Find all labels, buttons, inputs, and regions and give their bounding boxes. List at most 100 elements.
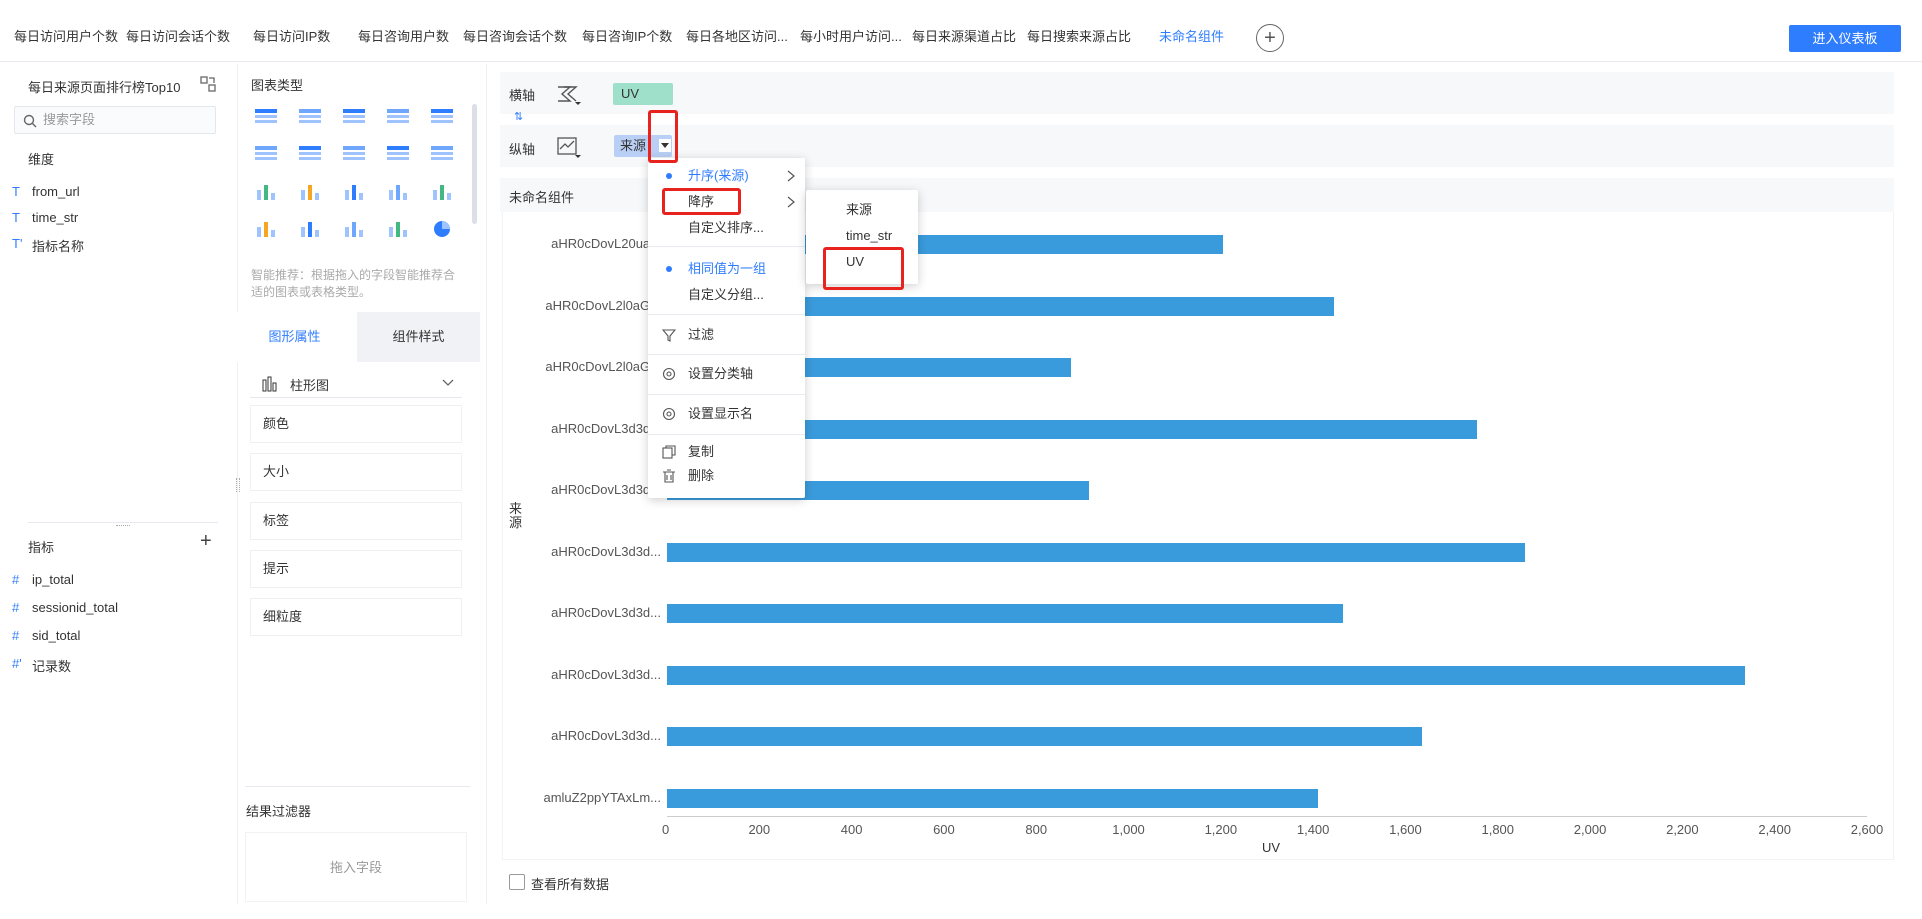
tab-hourly-user-visits[interactable]: 每小时用户访问... [800, 24, 902, 50]
tab-graph-attributes[interactable]: 图形属性 [232, 312, 357, 362]
scatter-icon[interactable] [343, 219, 365, 237]
x-axis-field-pill[interactable]: UV [613, 83, 673, 105]
menu-item-group-same-values[interactable]: 相同值为一组 [648, 257, 805, 281]
field-time-str[interactable]: Ttime_str [12, 210, 79, 225]
menu-label: 删除 [688, 468, 715, 483]
pie-icon[interactable] [431, 219, 453, 237]
prop-granularity[interactable]: 细粒度 [250, 598, 462, 636]
histogram-icon[interactable] [299, 219, 321, 237]
menu-item-custom-group[interactable]: 自定义分组... [648, 283, 805, 307]
text-type-icon: T' [12, 236, 23, 251]
menu-separator [648, 354, 805, 355]
column-icon[interactable] [431, 145, 453, 163]
add-metric-icon[interactable]: + [200, 530, 212, 553]
bar[interactable] [667, 727, 1422, 746]
matrix-icon[interactable] [255, 145, 277, 163]
line-icon[interactable] [255, 219, 277, 237]
heat-table-icon[interactable] [431, 108, 453, 126]
field-name: time_str [32, 210, 79, 225]
menu-item-delete[interactable]: 删除 [648, 464, 805, 488]
number-type-icon: # [12, 572, 20, 587]
drag-handle[interactable] [116, 525, 130, 527]
component-title[interactable]: 未命名组件 [509, 187, 574, 206]
tab-unnamed-component[interactable]: 未命名组件 [1159, 24, 1224, 50]
selected-chart-type: 柱形图 [290, 378, 330, 393]
tab-daily-visit-users[interactable]: 每日访问用户个数 [14, 24, 118, 50]
tab-daily-consult-ip[interactable]: 每日咨询IP个数 [582, 24, 672, 50]
number-type-icon: # [12, 600, 20, 615]
submenu-item-source[interactable]: 来源 [806, 198, 918, 222]
field-name: 指标名称 [32, 239, 85, 254]
resize-handle[interactable] [236, 478, 240, 492]
swap-axes-icon[interactable]: ⇅ [514, 110, 523, 123]
bubble-icon[interactable] [387, 219, 409, 237]
menu-item-custom-sort[interactable]: 自定义排序... [648, 216, 805, 240]
stream-icon[interactable] [343, 182, 365, 200]
dataset-switch-icon[interactable] [199, 75, 217, 93]
x-axis-title: UV [1262, 840, 1281, 855]
grid-icon[interactable] [299, 145, 321, 163]
field-ip-total[interactable]: # ip_total [12, 572, 74, 587]
tab-daily-channel-ratio[interactable]: 每日来源渠道占比 [912, 24, 1016, 50]
submenu-item-time-str[interactable]: time_str [806, 224, 918, 248]
menu-separator [648, 434, 805, 435]
field-from-url[interactable]: Tfrom_url [12, 184, 80, 199]
tree-icon[interactable] [343, 145, 365, 163]
scatter-small-icon[interactable] [299, 182, 321, 200]
tab-component-style[interactable]: 组件样式 [357, 312, 480, 362]
table-icon[interactable] [255, 108, 277, 126]
dot-bar-icon[interactable] [255, 182, 277, 200]
axis-chart-type-icon[interactable] [556, 83, 582, 105]
tab-daily-region-visits[interactable]: 每日各地区访问... [686, 24, 788, 50]
prop-tooltip[interactable]: 提示 [250, 550, 462, 588]
prop-size[interactable]: 大小 [250, 453, 462, 491]
tab-daily-search-ratio[interactable]: 每日搜索来源占比 [1027, 24, 1131, 50]
field-search-input[interactable]: 搜索字段 [14, 106, 216, 134]
bar[interactable] [667, 604, 1344, 623]
category-label: aHR0cDovL2l0aG... [545, 359, 661, 374]
field-metric-name[interactable]: T' 指标名称 [12, 236, 85, 255]
field-name: sessionid_total [32, 600, 118, 615]
prop-label[interactable]: 标签 [250, 502, 462, 540]
dimension-title: 维度 [28, 152, 55, 167]
menu-label: 设置分类轴 [688, 366, 754, 381]
bar-icon[interactable] [387, 145, 409, 163]
result-filter-dropzone[interactable]: 拖入字段 [245, 832, 467, 902]
highlight-dropdown-toggle [648, 110, 678, 163]
tab-daily-visit-ip[interactable]: 每日访问IP数 [253, 24, 330, 50]
category-label: aHR0cDovL3d3d... [551, 666, 661, 682]
chevron-right-icon [787, 170, 795, 182]
menu-item-set-category-axis[interactable]: 设置分类轴 [648, 362, 805, 386]
field-sessionid-total[interactable]: # sessionid_total [12, 600, 118, 615]
chart-type-select[interactable]: 柱形图 [250, 368, 462, 398]
bar[interactable] [667, 542, 1526, 562]
radar-icon[interactable] [431, 182, 453, 200]
menu-item-set-display-name[interactable]: 设置显示名 [648, 402, 805, 426]
bar[interactable] [667, 788, 1318, 808]
menu-item-filter[interactable]: 过滤 [648, 323, 805, 347]
crosstab-icon[interactable] [299, 108, 321, 126]
x-tick-label: 0 [662, 822, 670, 837]
field-sid-total[interactable]: # sid_total [12, 628, 80, 643]
filter-icon [662, 329, 676, 342]
divider [245, 786, 470, 787]
enter-dashboard-button[interactable]: 进入仪表板 [1789, 25, 1901, 52]
radar-line-icon[interactable] [387, 182, 409, 200]
menu-item-copy[interactable]: 复制 [648, 440, 805, 464]
menu-item-ascending[interactable]: 升序(来源) [648, 164, 805, 188]
bar[interactable] [667, 665, 1745, 685]
add-tab-button[interactable]: + [1256, 24, 1284, 52]
scrollbar[interactable] [472, 104, 477, 224]
search-placeholder: 搜索字段 [43, 112, 96, 127]
tab-daily-consult-sessions[interactable]: 每日咨询会话个数 [463, 24, 567, 50]
field-name: from_url [32, 184, 80, 199]
chevron-down-icon [442, 379, 454, 386]
tab-daily-consult-users[interactable]: 每日咨询用户数 [358, 24, 449, 50]
number-icon[interactable] [387, 108, 409, 126]
tab-daily-visit-sessions[interactable]: 每日访问会话个数 [126, 24, 230, 50]
view-all-data-checkbox[interactable] [509, 874, 525, 890]
detail-table-icon[interactable] [343, 108, 365, 126]
prop-color[interactable]: 颜色 [250, 405, 462, 443]
field-record-count[interactable]: #' 记录数 [12, 656, 71, 675]
axis-chart-type-icon[interactable] [556, 136, 582, 158]
